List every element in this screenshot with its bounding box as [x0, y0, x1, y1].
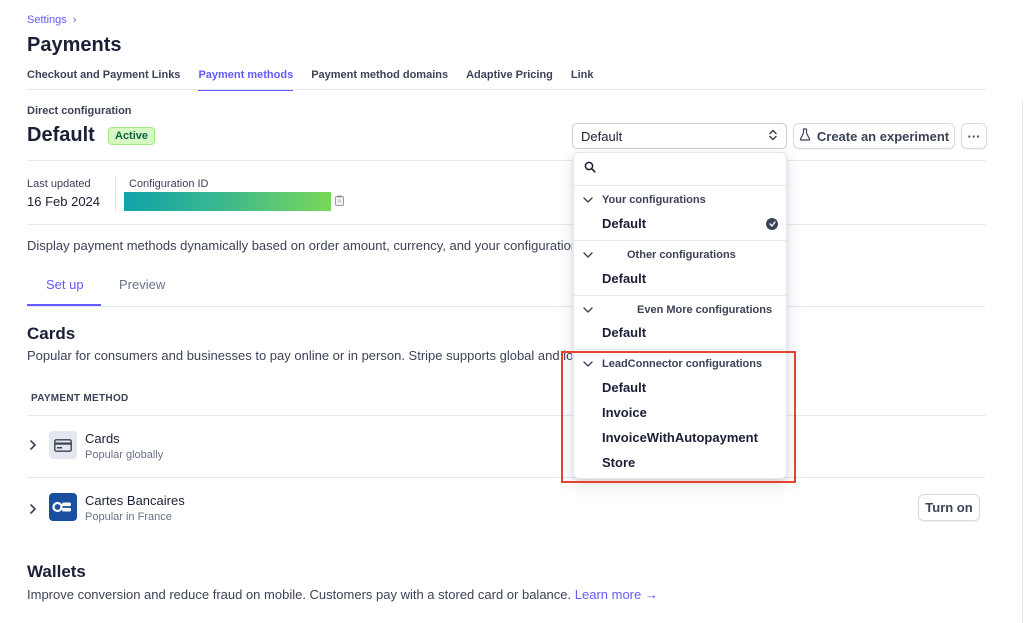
group-label: Other configurations: [627, 249, 736, 261]
dropdown-option[interactable]: Default: [602, 325, 646, 340]
last-updated-value: 16 Feb 2024: [27, 194, 101, 209]
payment-method-name: Cartes Bancaires: [85, 493, 185, 508]
search-icon: [584, 160, 596, 178]
group-label: Even More configurations: [637, 304, 773, 316]
annotation-highlight-box: [561, 351, 796, 483]
divider: [574, 240, 786, 241]
dropdown-option[interactable]: Default: [602, 216, 646, 231]
dropdown-option[interactable]: Default: [602, 271, 646, 286]
divider: [27, 224, 986, 225]
configuration-select-value: Default: [581, 128, 623, 144]
create-experiment-label: Create an experiment: [816, 128, 950, 144]
configuration-id-redacted: [124, 192, 331, 211]
tab-preview[interactable]: Preview: [119, 277, 165, 292]
divider: [574, 349, 786, 350]
tab-bar: Checkout and Payment Links Payment metho…: [27, 69, 612, 91]
divider: [115, 176, 116, 212]
configuration-id-label: Configuration ID: [129, 178, 209, 190]
tab-adaptive-pricing[interactable]: Adaptive Pricing: [466, 69, 553, 91]
expand-chevron-icon[interactable]: [29, 502, 37, 517]
create-experiment-button[interactable]: Create an experiment: [793, 123, 955, 149]
cards-heading: Cards: [27, 324, 76, 343]
card-icon: [49, 431, 77, 459]
group-your-configurations[interactable]: Your configurations: [574, 194, 786, 206]
status-badge: Active: [108, 127, 156, 145]
divider: [574, 295, 786, 296]
payment-method-name: Cards: [85, 431, 120, 446]
turn-on-button[interactable]: Turn on: [918, 494, 980, 521]
more-options-button[interactable]: ···: [961, 123, 987, 149]
group-even-more-configurations[interactable]: Even More configurations: [574, 304, 786, 316]
tab-set-up[interactable]: Set up: [46, 277, 84, 292]
divider: [1022, 100, 1023, 623]
dropdown-search-input[interactable]: [574, 153, 786, 186]
clipboard-icon[interactable]: [335, 195, 344, 209]
group-other-configurations[interactable]: Other configurations: [574, 249, 786, 261]
tab-checkout-links[interactable]: Checkout and Payment Links: [27, 69, 180, 91]
payment-method-subtitle: Popular in France: [85, 511, 172, 523]
payment-method-column-header: PAYMENT METHOD: [31, 393, 129, 404]
divider: [27, 160, 986, 161]
wallets-description-text: Improve conversion and reduce fraud on m…: [27, 587, 572, 602]
chevron-right-icon: ›: [72, 14, 77, 26]
config-title: Default: [27, 124, 95, 146]
divider: [27, 306, 986, 307]
cartes-bancaires-logo: [49, 493, 77, 521]
section-label: Direct configuration: [27, 105, 132, 117]
payment-method-subtitle: Popular globally: [85, 449, 164, 461]
divider: [27, 415, 986, 416]
flask-icon: [799, 128, 811, 144]
learn-more-link[interactable]: Learn more →: [575, 587, 658, 602]
expand-chevron-icon[interactable]: [29, 438, 37, 453]
up-down-chevron-icon: [768, 129, 778, 144]
last-updated-label: Last updated: [27, 178, 91, 190]
page-title: Payments: [27, 34, 122, 56]
divider: [27, 89, 986, 90]
chevron-down-icon: [574, 304, 602, 316]
divider: [27, 477, 986, 478]
configuration-select[interactable]: Default: [572, 123, 787, 149]
tab-payment-methods[interactable]: Payment methods: [198, 69, 294, 91]
tab-payment-method-domains[interactable]: Payment method domains: [311, 69, 448, 91]
cards-description: Popular for consumers and businesses to …: [27, 348, 572, 363]
chevron-down-icon: [574, 249, 602, 261]
chevron-down-icon: [574, 194, 602, 206]
group-label: Your configurations: [602, 194, 706, 206]
breadcrumb: Settings ›: [27, 14, 76, 26]
wallets-heading: Wallets: [27, 562, 86, 581]
breadcrumb-settings-link[interactable]: Settings: [27, 14, 67, 26]
tab-link[interactable]: Link: [571, 69, 594, 91]
wallets-description: Improve conversion and reduce fraud on m…: [27, 587, 658, 602]
more-icon: ···: [967, 128, 981, 144]
checkmark-icon: [766, 218, 778, 230]
description-text: Display payment methods dynamically base…: [27, 238, 572, 253]
